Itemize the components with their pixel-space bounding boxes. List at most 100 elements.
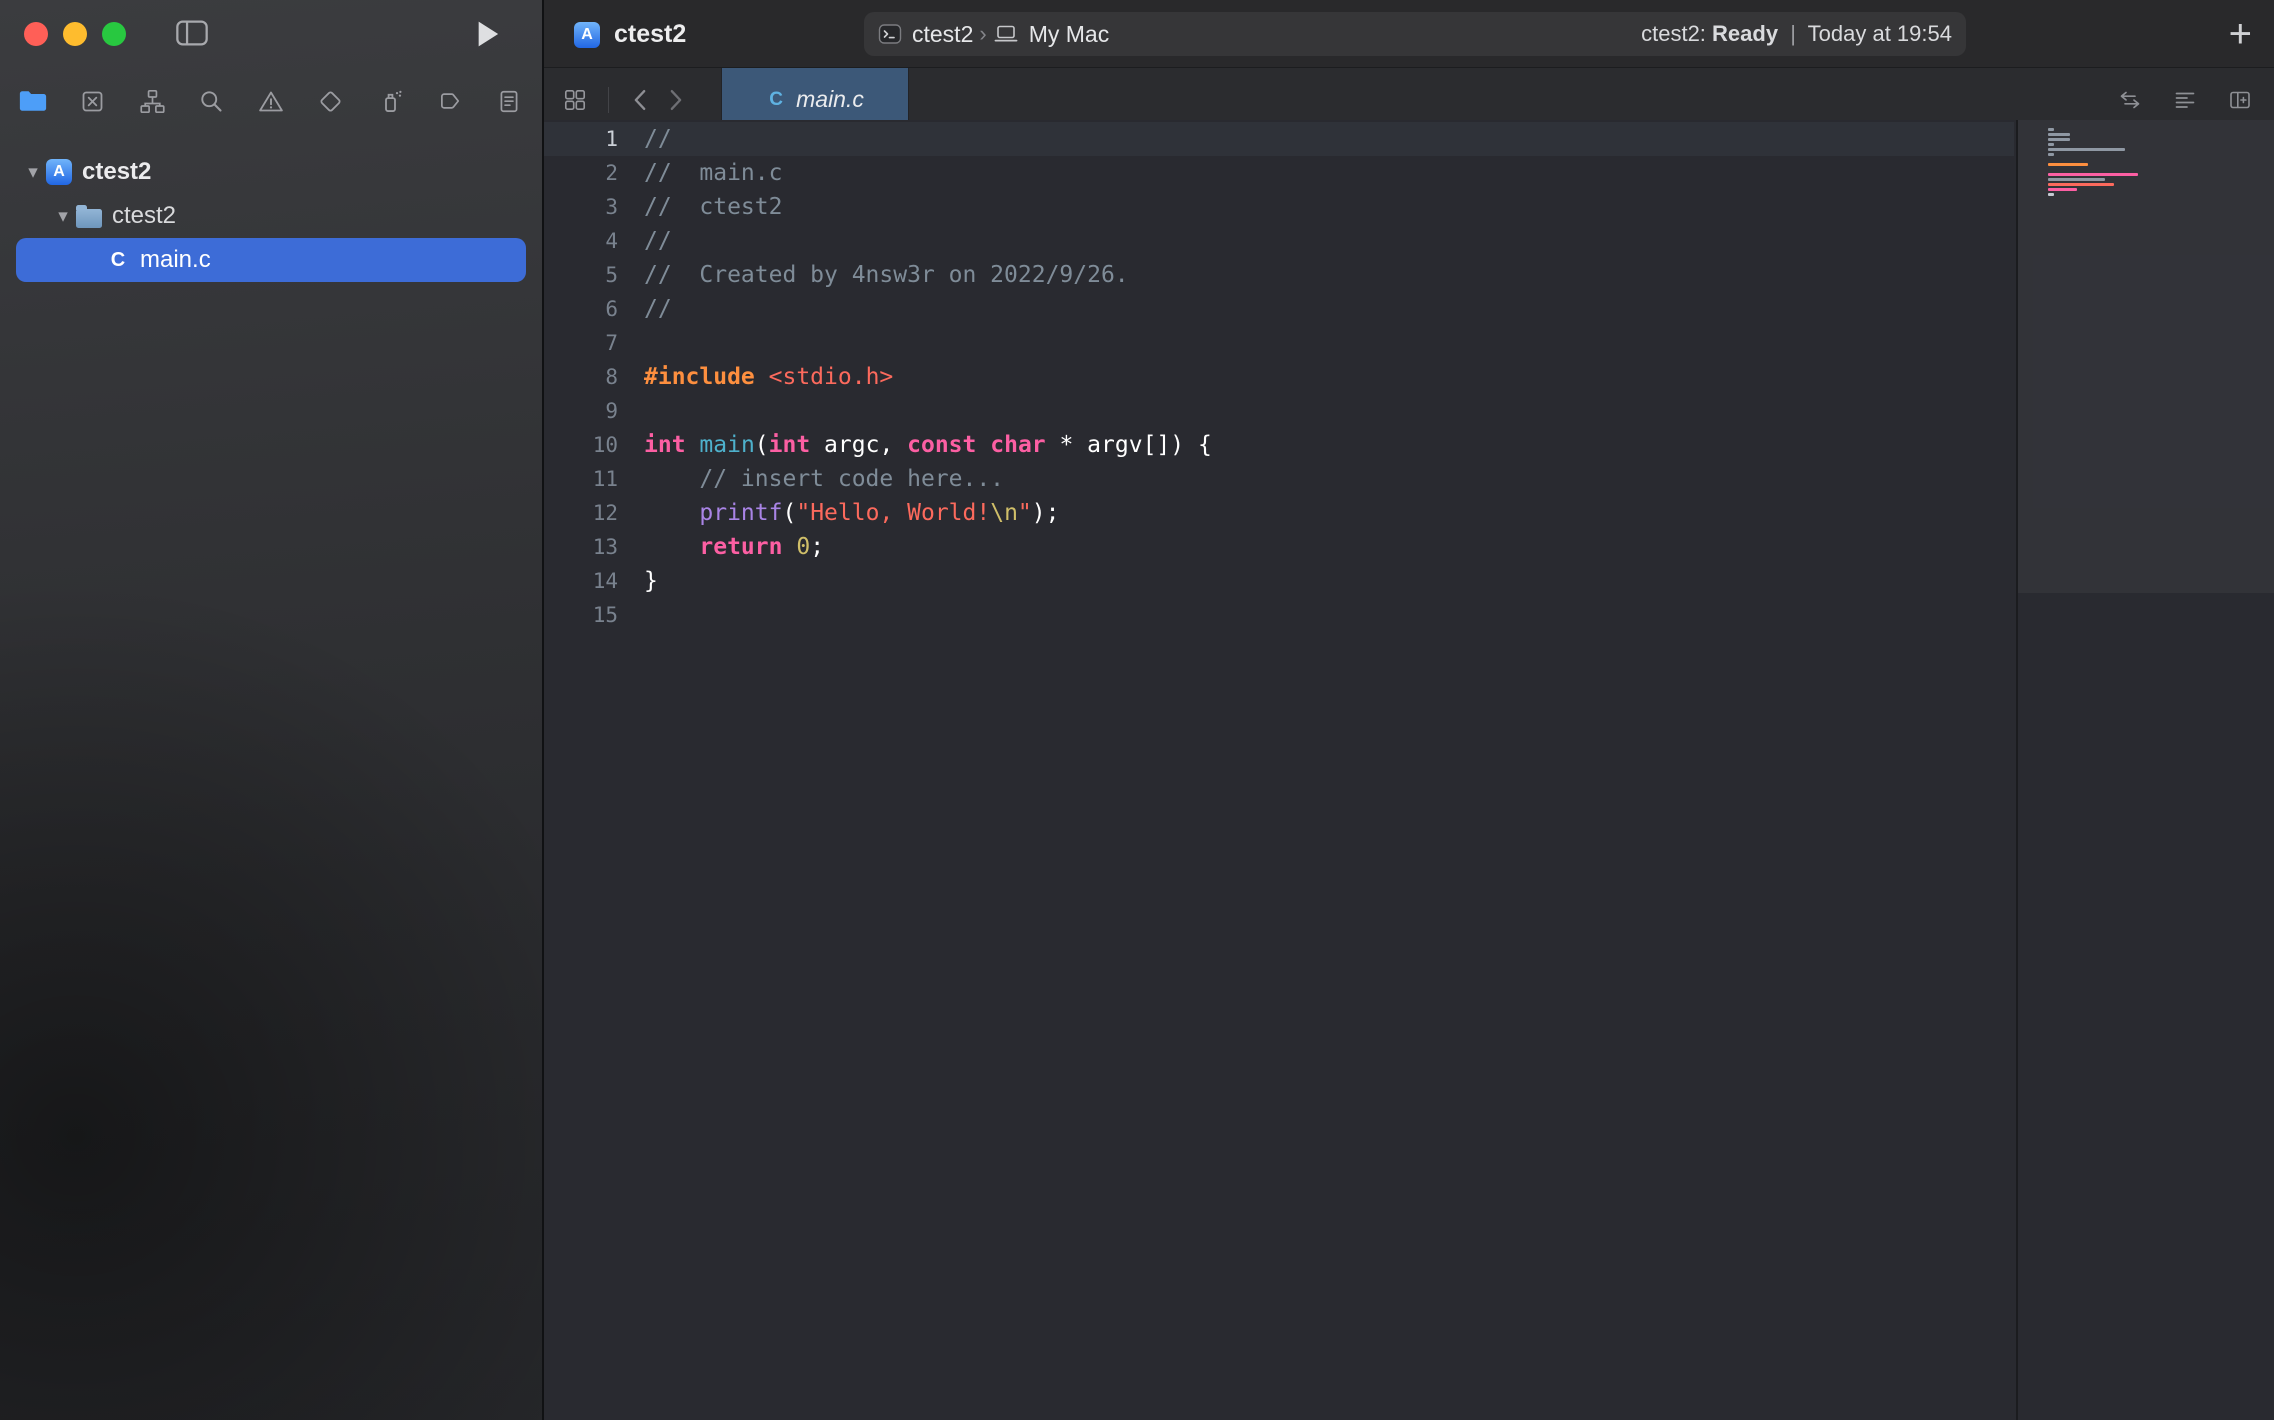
library-add-button[interactable]: + [2229,10,2252,58]
close-window-button[interactable] [24,22,48,46]
code-text: // main.c [644,160,782,186]
code-text: // Created by 4nsw3r on 2022/9/26. [644,262,1129,288]
code-line[interactable]: 5 // Created by 4nsw3r on 2022/9/26. [544,258,2014,292]
code-text: // [644,228,672,254]
project-icon [46,159,72,185]
code-review-icon[interactable] [2116,88,2144,112]
scheme-target-menu[interactable]: ctest2 [878,21,973,48]
minimize-window-button[interactable] [63,22,87,46]
symbols-icon[interactable] [135,84,169,118]
line-number[interactable]: 12 [544,501,622,525]
activity-viewer[interactable]: ctest2: Ready | Today at 19:54 [1641,21,1952,47]
code-lines: 1 // 2 // main.c 3// ctest2 4 // 5 // Created by… [544,120,2014,632]
issue-navigator-icon[interactable] [254,84,288,118]
c-file-icon [766,88,786,112]
minimap[interactable] [2016,120,2274,1420]
code-line[interactable]: 2 // main.c [544,156,2014,190]
disclosure-chevron-icon[interactable]: ▾ [20,161,46,184]
code-text: printf("Hello, World!\n"); [644,500,1059,526]
line-number[interactable]: 15 [544,603,622,627]
source-editor[interactable]: 1 // 2 // main.c 3// ctest2 4 // 5 // Created by… [544,120,2274,1420]
line-number[interactable]: 6 [544,297,622,321]
tabbar-divider [608,87,609,113]
go-back-icon[interactable] [629,87,651,113]
code-text: } [644,568,658,594]
line-number[interactable]: 14 [544,569,622,593]
breakpoint-navigator-icon[interactable] [433,84,467,118]
code-text: // insert code here... [644,466,1004,492]
code-line[interactable]: 1 // [544,122,2014,156]
add-editor-icon[interactable] [2226,88,2254,112]
code-line[interactable]: 7 [544,326,2014,360]
line-number[interactable]: 8 [544,365,622,389]
code-line[interactable]: 3// ctest2 [544,190,2014,224]
editor-options-icon[interactable] [2172,88,2198,112]
line-number[interactable]: 13 [544,535,622,559]
project-badge: ctest2 [574,20,686,49]
project-navigator-icon[interactable] [16,84,50,118]
code-text: int main(int argc, const char * argv[]) … [644,432,1212,458]
line-number[interactable]: 5 [544,263,622,287]
zoom-window-button[interactable] [102,22,126,46]
line-number[interactable]: 7 [544,331,622,355]
source-control-icon[interactable] [76,84,110,118]
scheme-destination-menu[interactable]: My Mac [993,21,1110,48]
line-number[interactable]: 11 [544,467,622,491]
status-state: Ready [1712,21,1778,46]
code-line[interactable]: 15 [544,598,2014,632]
code-line[interactable]: 10 int main(int argc, const char * argv[]… [544,428,2014,462]
toolbar: ctest2 ctest2 › My Mac ctest2: Ready | T… [544,0,2274,68]
report-navigator-icon[interactable] [492,84,526,118]
titlebar-left [0,0,542,68]
disclosure-chevron-icon[interactable]: ▾ [50,205,76,228]
code-line[interactable]: 11 // insert code here... [544,462,2014,496]
tree-item-label: ctest2 [82,158,151,186]
navigator-sidebar: ▾ ctest2 ▾ ctest2 main.c [0,0,542,1420]
file-tree: ▾ ctest2 ▾ ctest2 main.c [0,134,542,282]
tree-item-ctest2[interactable]: ▾ ctest2 [16,150,526,194]
tree-item-main.c[interactable]: main.c [16,238,526,282]
test-navigator-icon[interactable] [314,84,348,118]
tree-item-label: ctest2 [112,202,176,230]
line-number[interactable]: 10 [544,433,622,457]
navigator-icon-bar [0,68,542,134]
scheme-destination-label: My Mac [1029,21,1110,48]
main-area: ctest2 ctest2 › My Mac ctest2: Ready | T… [544,0,2274,1420]
code-line[interactable]: 14} [544,564,2014,598]
line-number[interactable]: 4 [544,229,622,253]
code-line[interactable]: 8 #include <stdio.h> [544,360,2014,394]
scheme-and-status-bar: ctest2 › My Mac ctest2: Ready | Today at… [864,12,1966,56]
tree-item-ctest2[interactable]: ▾ ctest2 [16,194,526,238]
minimap-lines [2048,128,2138,203]
my-mac-laptop-icon [993,23,1019,45]
go-forward-icon[interactable] [665,87,687,113]
line-number[interactable]: 2 [544,161,622,185]
code-text: // [644,126,672,152]
code-line[interactable]: 13 return 0; [544,530,2014,564]
scheme-separator-chevron: › [973,21,992,47]
status-project: ctest2: [1641,21,1706,46]
code-line[interactable]: 6 // [544,292,2014,326]
code-line[interactable]: 9 [544,394,2014,428]
window-title: ctest2 [614,20,686,49]
c-file-icon [106,246,130,274]
status-time: Today at 19:54 [1808,21,1952,46]
folder-icon [76,209,102,228]
line-number[interactable]: 3 [544,195,622,219]
debug-navigator-icon[interactable] [373,84,407,118]
run-button[interactable] [476,20,500,48]
line-number[interactable]: 1 [544,127,622,151]
show-all-tabs-icon[interactable] [562,87,588,113]
toggle-sidebar-icon[interactable] [176,20,208,46]
scheme-target-label: ctest2 [912,21,973,48]
code-text: #include <stdio.h> [644,364,893,390]
tab-label: main.c [796,86,864,113]
xcode-project-icon [574,22,600,48]
line-number[interactable]: 9 [544,399,622,423]
find-navigator-icon[interactable] [195,84,229,118]
status-separator: | [1784,21,1802,46]
tree-item-label: main.c [140,246,211,274]
code-text: // [644,296,672,322]
code-line[interactable]: 12 printf("Hello, World!\n"); [544,496,2014,530]
code-line[interactable]: 4 // [544,224,2014,258]
